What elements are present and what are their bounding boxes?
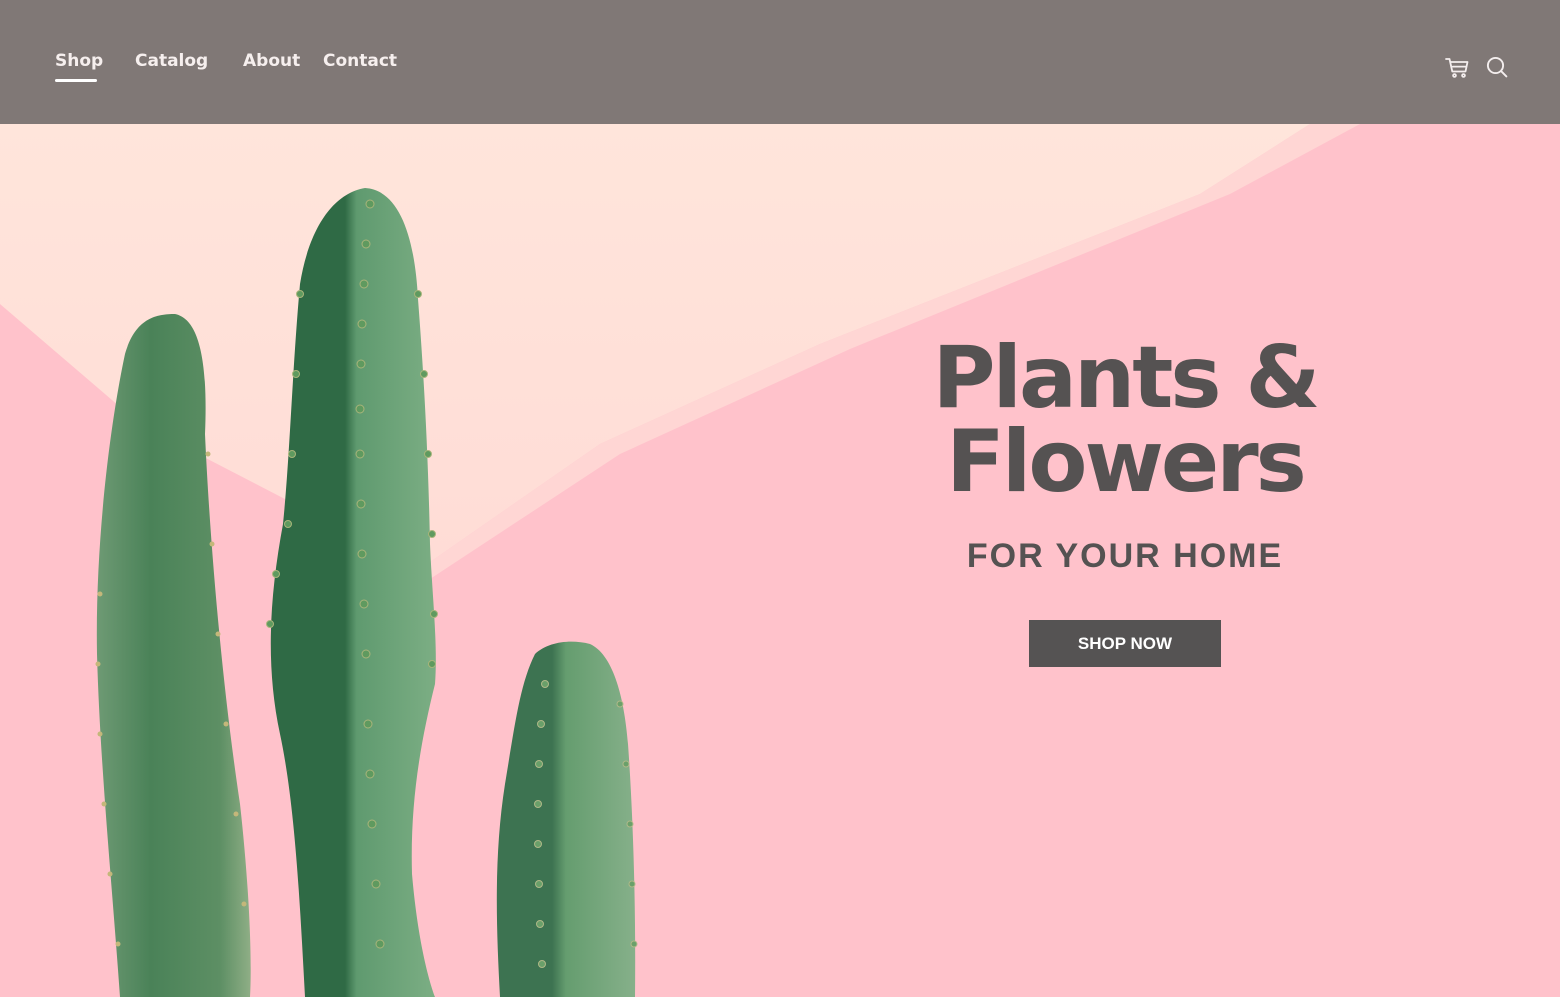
hero-title-line-1: Plants & (932, 328, 1320, 428)
site-header: Shop Catalog About Contact (0, 0, 1560, 124)
search-icon[interactable] (1484, 54, 1510, 80)
nav-active-indicator (55, 79, 97, 82)
nav-about-link[interactable]: About (243, 49, 300, 73)
nav-shop-link[interactable]: Shop (55, 49, 103, 73)
cart-icon[interactable] (1444, 54, 1470, 80)
hero-title-line-2: Flowers (946, 412, 1307, 512)
hero-section: Plants & Flowers FOR YOUR HOME SHOP NOW (0, 124, 1560, 997)
page: Shop Catalog About Contact Plants & Flow… (0, 0, 1560, 997)
hero-title: Plants & Flowers (900, 328, 1350, 512)
hero-subtitle: FOR YOUR HOME (966, 537, 1284, 575)
nav-contact-link[interactable]: Contact (323, 49, 397, 73)
nav-catalog-link[interactable]: Catalog (135, 49, 208, 73)
shop-now-button[interactable]: SHOP NOW (1029, 620, 1221, 667)
